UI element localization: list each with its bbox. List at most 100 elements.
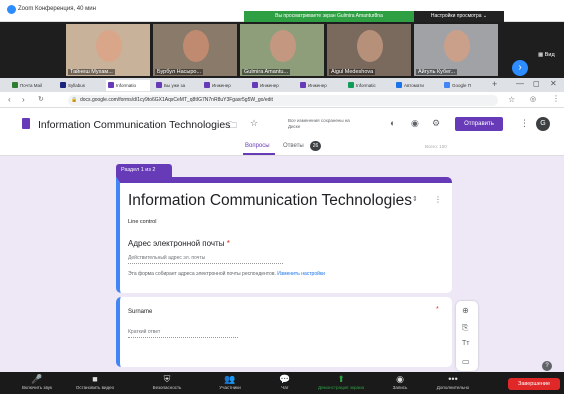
extension-icon[interactable]: ◎ [530, 95, 536, 103]
participant-name: Бурбул Насыро... [155, 69, 204, 75]
browser-tab[interactable]: Инженер [298, 80, 342, 91]
required-asterisk: * [224, 239, 230, 248]
email-collection-note: Эта форма собирает адреса электронной по… [128, 271, 325, 277]
more-button[interactable]: ••• Дополнительно [426, 374, 480, 390]
send-button[interactable]: Отправить [455, 117, 503, 131]
browser-tab[interactable]: Informatic [346, 80, 390, 91]
participants-strip: Тайнеш Мухам... Бурбул Насыро... Gulmira… [0, 22, 564, 78]
add-title-icon[interactable]: Tт [462, 340, 469, 347]
unmute-button[interactable]: 🎤 Включить звук [10, 374, 64, 390]
participants-button[interactable]: 👥 Участники [203, 374, 257, 390]
url-input[interactable]: docs.google.com/forms/d/1cy9to6GX1AqsCeM… [68, 95, 498, 106]
tab-label: Инженер [260, 83, 279, 88]
browser-menu-icon[interactable]: ⋮ [552, 94, 560, 103]
add-question-icon[interactable]: ⊕ [462, 306, 469, 315]
form-description[interactable]: Line control [128, 219, 156, 225]
zoom-title-bar: Zoom Конференция, 40 мин Вы просматривае… [0, 0, 564, 22]
tab-favicon-icon [444, 82, 450, 88]
card-menu-icon[interactable]: ⋮ [434, 195, 442, 204]
email-label-text: Адрес электронной почты [128, 239, 225, 248]
form-title[interactable]: Information Communication Technologies [128, 192, 412, 210]
share-screen-icon: ⬆ [337, 374, 345, 384]
bookmark-star-icon[interactable]: ☆ [508, 95, 515, 104]
import-questions-icon[interactable]: ⎘ [462, 323, 468, 333]
participant-tile[interactable]: Тайнеш Мухам... [66, 24, 150, 76]
form-canvas: Раздел 1 из 2 Information Communication … [0, 156, 564, 372]
total-points: Всего: 100 [425, 144, 447, 149]
preview-icon[interactable]: ◉ [411, 118, 419, 129]
tab-favicon-icon [348, 82, 354, 88]
participants-icon: 👥 [224, 374, 236, 384]
end-meeting-button[interactable]: Завершение [508, 378, 560, 390]
forms-header: Information Communication Technologies 🗀… [0, 108, 564, 156]
browser-address-bar: ‹ › ↻ docs.google.com/forms/d/1cy9to6GX1… [0, 92, 564, 108]
viewing-screen-banner: Вы просматриваете экран Gulmira Amantur8… [244, 11, 414, 22]
browser-tab[interactable]: Почта Mail [10, 80, 54, 91]
required-asterisk: * [436, 306, 439, 313]
camera-icon: ■ [92, 374, 98, 384]
new-tab-icon[interactable]: + [492, 79, 497, 89]
back-icon[interactable]: ‹ [8, 95, 11, 104]
star-icon[interactable]: ☆ [250, 118, 258, 129]
tab-answers[interactable]: Ответы [283, 143, 304, 149]
form-title-card[interactable]: Information Communication Technologies ⇕… [116, 177, 452, 293]
browser-tab[interactable]: Инженер [202, 80, 246, 91]
participant-tile[interactable]: Aigul Medeshova [327, 24, 411, 76]
browser-tab[interactable]: Автомати [394, 80, 438, 91]
section-tag: Раздел 1 из 2 [116, 164, 172, 177]
email-note-text: Эта форма собирает адреса электронной по… [128, 271, 276, 277]
participant-tile[interactable]: Gulmira Amantu... [240, 24, 324, 76]
participant-face [444, 30, 470, 62]
question-title[interactable]: Surname [128, 309, 152, 315]
forward-icon[interactable]: › [22, 95, 25, 104]
next-participants-icon[interactable]: › [512, 60, 528, 76]
close-window-icon[interactable]: ✕ [550, 79, 557, 88]
lock-icon: 🔒 [71, 97, 78, 103]
restore-icon[interactable]: ◻ [533, 79, 540, 88]
stop-video-button[interactable]: ■ Остановить видео [68, 374, 122, 390]
add-image-icon[interactable]: ▭ [462, 357, 470, 366]
participant-tile[interactable]: Айгуль Кубег... [414, 24, 498, 76]
share-screen-button[interactable]: ⬆ Демонстрация экрана [314, 374, 368, 390]
participant-name: Айгуль Кубег... [416, 69, 458, 75]
tab-label: Инженер [212, 83, 231, 88]
browser-tab[interactable]: Бы уже за [154, 80, 198, 91]
browser-tab[interactable]: Google П [442, 80, 486, 91]
change-settings-link[interactable]: Изменить настройки [277, 271, 325, 277]
question-toolbar: ⊕ ⎘ Tт ▭ [456, 301, 478, 371]
view-mode-button[interactable]: ▦ Вид [538, 52, 555, 58]
participant-tile[interactable]: Бурбул Насыро... [153, 24, 237, 76]
zoom-logo-icon [7, 5, 16, 14]
email-field[interactable]: Действительный адрес эл. почты [128, 255, 283, 264]
participant-name: Тайнеш Мухам... [68, 69, 115, 75]
record-button[interactable]: ◉ Запись [373, 374, 427, 390]
tab-favicon-icon [300, 82, 306, 88]
tab-label: Бы уже за [164, 83, 186, 88]
record-icon: ◉ [396, 374, 404, 384]
view-settings-button[interactable]: Настройки просмотра ⌄ [414, 11, 504, 22]
chat-button[interactable]: 💬 Чат [258, 374, 312, 390]
user-avatar[interactable]: G [536, 117, 550, 131]
tab-questions[interactable]: Вопросы [245, 143, 270, 149]
more-options-icon[interactable]: ⋮ [520, 118, 529, 129]
answers-count-badge: 26 [310, 141, 321, 151]
browser-tab[interactable]: Инженер [250, 80, 294, 91]
security-button[interactable]: ⛨ Безопасность [140, 374, 194, 390]
tab-favicon-icon [60, 82, 66, 88]
minimize-icon[interactable]: — [516, 79, 524, 88]
palette-icon[interactable]: ◐ [390, 118, 395, 128]
document-title[interactable]: Information Communication Technologies [38, 119, 230, 131]
tab-label: Автомати [404, 83, 424, 88]
reload-icon[interactable]: ↻ [38, 95, 44, 103]
settings-gear-icon[interactable]: ⚙ [432, 118, 440, 129]
help-icon[interactable]: ? [542, 361, 552, 371]
browser-tab-active[interactable]: Informatio [106, 80, 150, 91]
short-answer-field: Краткий ответ [128, 329, 238, 338]
folder-icon[interactable]: 🗀 [228, 118, 237, 134]
autosave-status: Все изменения сохранены на Диске [288, 118, 350, 129]
microphone-icon: 🎤 [31, 374, 43, 384]
browser-tab[interactable]: Syllabus [58, 80, 102, 91]
collapse-icon[interactable]: ⇕ [412, 195, 418, 203]
question-card[interactable]: Surname * Краткий ответ [116, 297, 452, 367]
tab-label: Syllabus [68, 83, 86, 88]
